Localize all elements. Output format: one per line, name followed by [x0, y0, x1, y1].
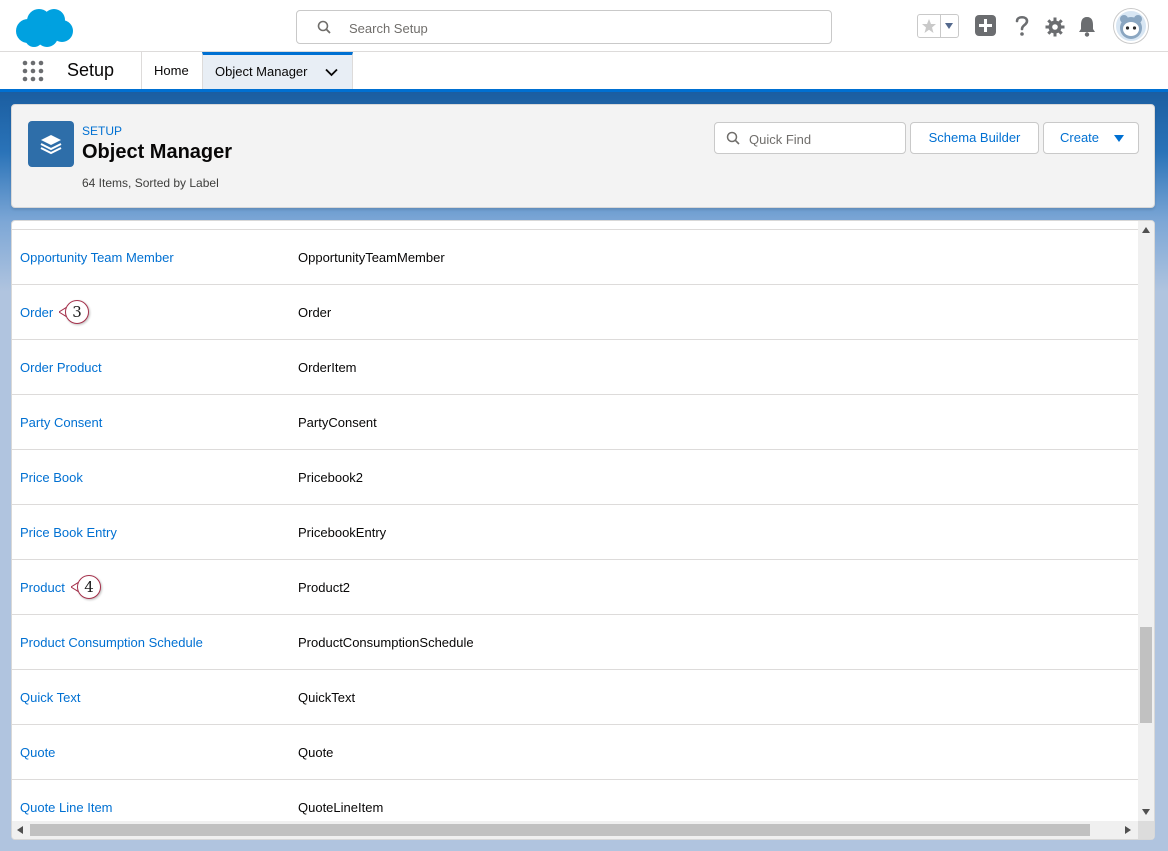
table-row: Price Book Pricebook2 [12, 449, 1138, 504]
tab-home[interactable]: Home [141, 52, 203, 89]
object-api-name: Product2 [298, 580, 351, 595]
table-row: Order Product OrderItem [12, 339, 1138, 394]
add-icon[interactable] [975, 15, 996, 36]
table-row: Product Product2 4 [12, 559, 1138, 614]
create-button[interactable]: Create [1043, 122, 1139, 154]
layers-icon [40, 135, 62, 155]
favorites-dropdown-icon[interactable] [944, 22, 954, 30]
chevron-down-icon[interactable] [325, 68, 338, 77]
scroll-up-arrow-icon[interactable] [1142, 227, 1150, 233]
create-label: Create [1060, 130, 1100, 145]
object-label-link[interactable]: Price Book Entry [20, 525, 117, 540]
object-manager-icon [28, 121, 74, 167]
horizontal-scroll-thumb[interactable] [30, 824, 1090, 836]
object-label-link[interactable]: Order Product [20, 360, 102, 375]
step-callout: 4 [71, 575, 101, 600]
object-api-name: Quote [298, 745, 334, 760]
horizontal-scrollbar[interactable] [12, 821, 1138, 839]
gear-icon[interactable] [1045, 17, 1065, 37]
search-icon [317, 20, 331, 34]
favorites-group [917, 14, 959, 38]
app-name: Setup [67, 60, 115, 80]
scrollbar-corner [1138, 821, 1154, 839]
page-header: SETUP Object Manager 64 Items, Sorted by… [11, 104, 1155, 208]
object-label-link[interactable]: Product [20, 580, 65, 595]
bell-icon[interactable] [1077, 15, 1097, 37]
item-count: 64 Items, Sorted by Label [82, 176, 219, 190]
quick-find[interactable] [714, 122, 906, 154]
table-row: Party Consent PartyConsent [12, 394, 1138, 449]
vertical-scrollbar[interactable] [1138, 221, 1154, 821]
object-api-name: ProductConsumptionSchedule [298, 635, 474, 650]
object-list: Opportunity Team Member OpportunityTeamMe… [11, 220, 1155, 840]
object-api-name: QuickText [298, 690, 356, 705]
object-label-link[interactable]: Price Book [20, 470, 83, 485]
context-bar: Setup Home Object Manager [0, 52, 1168, 92]
tab-object-manager-label: Object Manager [215, 64, 308, 79]
scroll-down-arrow-icon[interactable] [1142, 809, 1150, 815]
callout-number: 3 [65, 300, 89, 324]
global-search-input[interactable] [347, 16, 811, 40]
quick-find-input[interactable] [747, 128, 901, 150]
search-icon [726, 131, 740, 145]
object-list-body: Opportunity Team Member OpportunityTeamMe… [12, 221, 1138, 821]
astro-avatar-icon [1120, 15, 1142, 39]
caret-down-icon [1114, 135, 1124, 142]
object-api-name: Order [298, 305, 332, 320]
table-row: Price Book Entry PricebookEntry [12, 504, 1138, 559]
step-callout: 3 [59, 300, 89, 325]
callout-number: 4 [77, 575, 101, 599]
table-row: Quote Line Item QuoteLineItem [12, 779, 1138, 821]
object-label-link[interactable]: Quote Line Item [20, 800, 113, 815]
object-api-name: PartyConsent [298, 415, 377, 430]
object-label-link[interactable]: Product Consumption Schedule [20, 635, 203, 650]
table-row: Quick Text QuickText [12, 669, 1138, 724]
salesforce-logo-icon[interactable] [14, 7, 74, 49]
page-title: Object Manager [82, 141, 233, 163]
object-label-link[interactable]: Opportunity Team Member [20, 250, 174, 265]
schema-builder-button[interactable]: Schema Builder [910, 122, 1039, 154]
object-label-link[interactable]: Order [20, 305, 53, 320]
object-label-link[interactable]: Quick Text [20, 690, 80, 705]
tab-home-label: Home [154, 63, 189, 78]
object-api-name: Pricebook2 [298, 470, 364, 485]
global-header [0, 0, 1168, 52]
object-api-name: OrderItem [298, 360, 357, 375]
table-row: Opportunity Team Member OpportunityTeamMe… [12, 229, 1138, 284]
app-launcher-icon[interactable] [22, 60, 44, 82]
object-api-name: QuoteLineItem [298, 800, 384, 815]
star-icon[interactable] [921, 18, 937, 34]
table-row: Order Order 3 [12, 284, 1138, 339]
table-row: Quote Quote [12, 724, 1138, 779]
object-label-link[interactable]: Party Consent [20, 415, 102, 430]
help-icon[interactable] [1014, 14, 1030, 38]
scroll-left-arrow-icon[interactable] [17, 826, 23, 834]
global-search[interactable] [296, 10, 832, 44]
tab-object-manager[interactable]: Object Manager [202, 52, 353, 89]
object-api-name: OpportunityTeamMember [298, 250, 445, 265]
object-api-name: PricebookEntry [298, 525, 387, 540]
scroll-right-arrow-icon[interactable] [1125, 826, 1131, 834]
table-row: Product Consumption Schedule ProductConsu… [12, 614, 1138, 669]
schema-builder-label: Schema Builder [928, 130, 1021, 145]
object-label-link[interactable]: Quote [20, 745, 55, 760]
favorites-divider [940, 15, 941, 37]
breadcrumb[interactable]: SETUP [82, 124, 122, 138]
vertical-scroll-thumb[interactable] [1140, 627, 1152, 723]
avatar[interactable] [1114, 9, 1148, 43]
